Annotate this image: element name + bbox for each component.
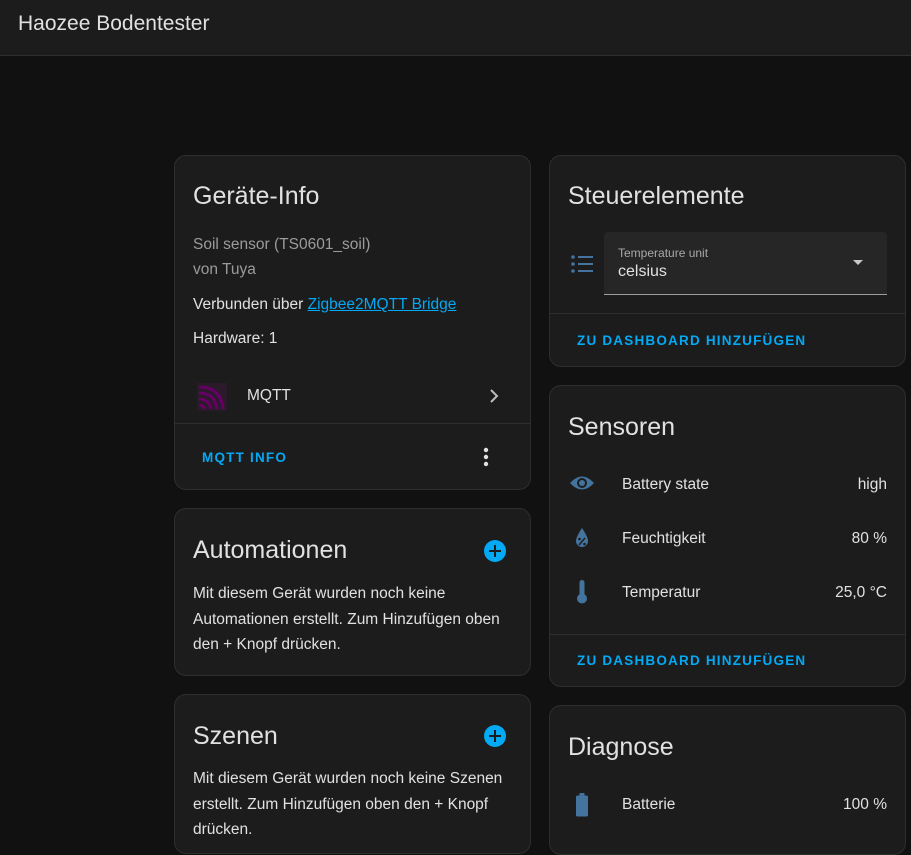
controls-title: Steuerelemente <box>568 182 745 210</box>
card-divider <box>550 634 905 635</box>
sensor-label: Battery state <box>622 476 710 493</box>
format-list-icon <box>571 255 593 273</box>
integration-row-mqtt[interactable]: MQTT <box>175 371 530 421</box>
sensor-row-temperatur[interactable]: Temperatur 25,0 °C <box>550 574 905 612</box>
device-model: Soil sensor (TS0601_soil) <box>193 236 371 253</box>
hardware-version: Hardware: 1 <box>193 330 278 347</box>
page-title: Haozee Bodentester <box>18 12 210 35</box>
mqtt-logo-icon <box>197 383 227 411</box>
diagnostic-value: 100 % <box>843 796 887 813</box>
sensors-title: Sensoren <box>568 413 676 441</box>
zigbee2mqtt-bridge-link[interactable]: Zigbee2MQTT Bridge <box>308 296 457 313</box>
add-to-dashboard-button[interactable]: ZU DASHBOARD HINZUFÜGEN <box>577 653 806 668</box>
sensor-row-feuchtigkeit[interactable]: Feuchtigkeit 80 % <box>550 520 905 558</box>
scenes-title: Szenen <box>193 722 278 750</box>
connected-via: Verbunden über Zigbee2MQTT Bridge <box>193 296 456 314</box>
sensor-row-battery-state[interactable]: Battery state high <box>550 466 905 504</box>
diagnostics-title: Diagnose <box>568 733 674 761</box>
eye-icon <box>570 476 594 490</box>
add-to-dashboard-button[interactable]: ZU DASHBOARD HINZUFÜGEN <box>577 333 806 348</box>
device-info-title: Geräte-Info <box>193 182 320 210</box>
diagnostic-label: Batterie <box>622 796 676 813</box>
automations-card: Automationen Mit diesem Gerät wurden noc… <box>174 508 531 676</box>
thermometer-icon <box>577 580 587 604</box>
connected-prefix: Verbunden über <box>193 296 308 313</box>
battery-icon <box>576 793 588 817</box>
automations-title: Automationen <box>193 536 348 564</box>
card-divider <box>550 313 905 314</box>
card-divider <box>175 423 530 424</box>
sensors-card: Sensoren Battery state high Feuchtigkeit… <box>549 385 906 687</box>
add-scene-button[interactable] <box>484 725 506 747</box>
diagnostic-row-batterie[interactable]: Batterie 100 % <box>550 786 905 824</box>
device-manufacturer: von Tuya <box>193 261 256 278</box>
temperature-unit-select[interactable]: Temperature unit celsius <box>604 232 887 295</box>
chevron-right-icon <box>490 389 499 403</box>
diagnostics-card: Diagnose Batterie 100 % <box>549 705 906 855</box>
select-label: Temperature unit <box>618 246 709 260</box>
more-vert-icon[interactable] <box>478 446 494 468</box>
sensor-label: Temperatur <box>622 584 701 601</box>
arrow-drop-down-icon <box>853 260 863 265</box>
top-app-bar: Haozee Bodentester <box>0 0 911 56</box>
sensor-label: Feuchtigkeit <box>622 530 706 547</box>
sensor-value: 25,0 °C <box>835 584 887 601</box>
integration-label: MQTT <box>247 387 291 404</box>
water-percent-icon <box>576 528 588 547</box>
mqtt-info-button[interactable]: MQTT INFO <box>202 450 287 465</box>
automations-empty-text: Mit diesem Gerät wurden noch keine Autom… <box>193 585 500 653</box>
sensor-value: 80 % <box>851 530 887 547</box>
device-info-card: Geräte-Info Soil sensor (TS0601_soil) vo… <box>174 155 531 490</box>
controls-card: Steuerelemente Temperature unit celsius … <box>549 155 906 367</box>
scenes-card: Szenen Mit diesem Gerät wurden noch kein… <box>174 694 531 854</box>
scenes-empty-text: Mit diesem Gerät wurden noch keine Szene… <box>193 770 503 838</box>
select-value: celsius <box>618 263 667 280</box>
sensor-value: high <box>857 476 887 493</box>
add-automation-button[interactable] <box>484 540 506 562</box>
